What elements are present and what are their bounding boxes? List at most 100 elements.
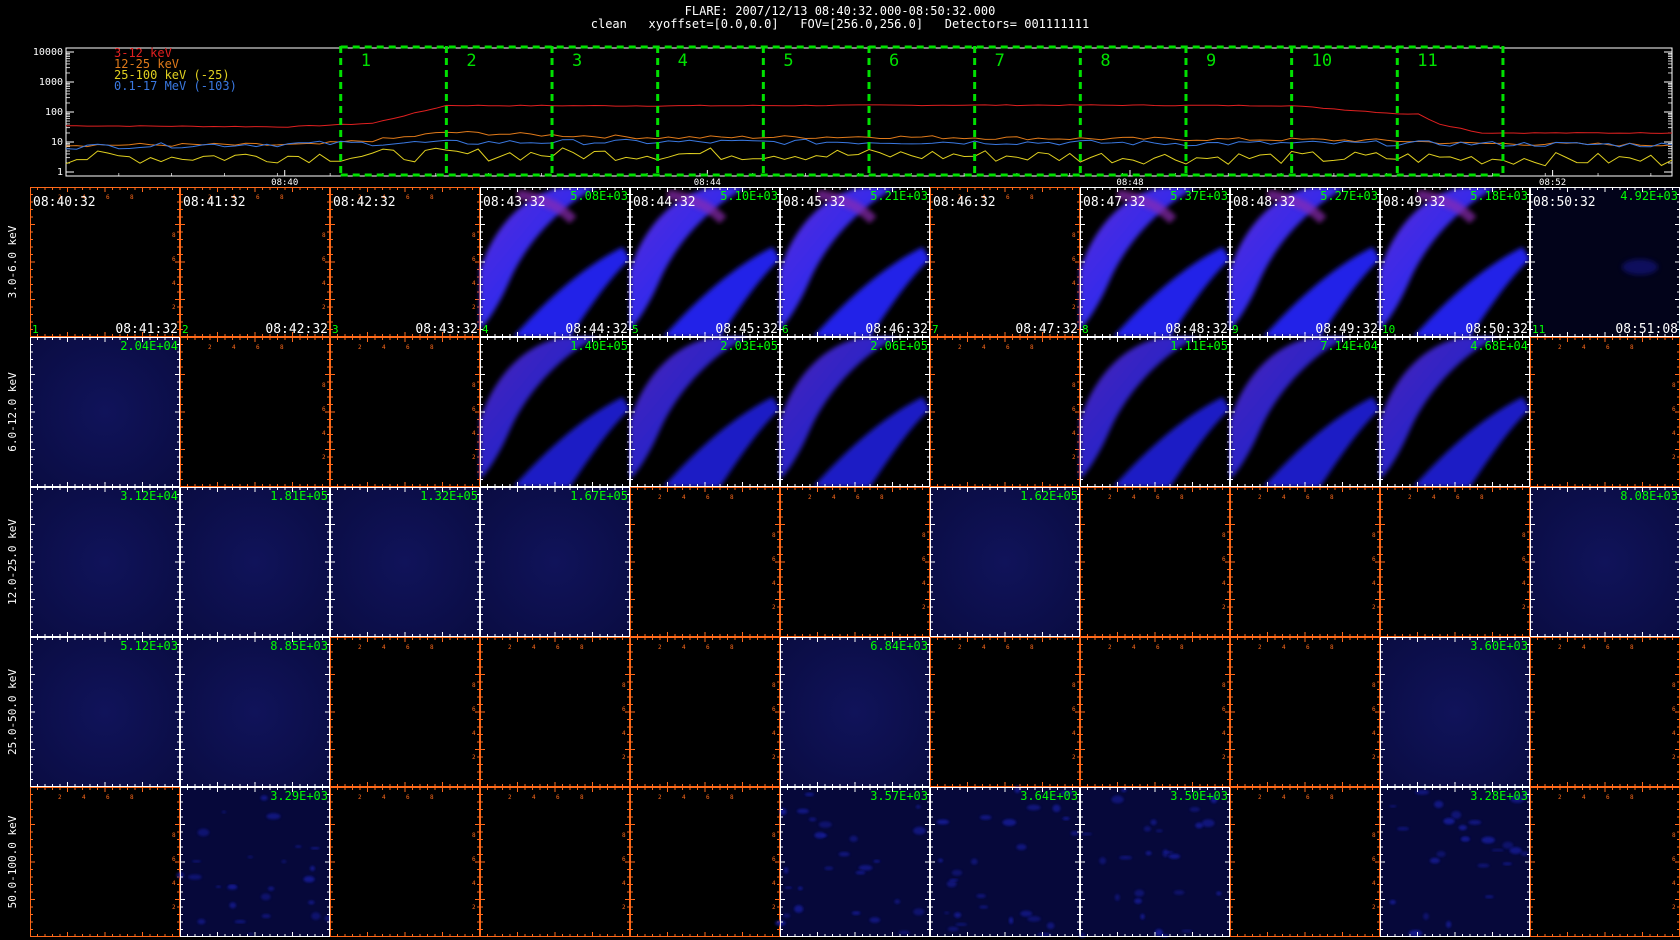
tick-digit: 4: [472, 430, 476, 437]
image-cell: 22446688: [630, 787, 780, 937]
image-cell: 3.12E+04: [30, 487, 180, 637]
noise-blob: [898, 930, 910, 935]
tick-digit: 6: [772, 556, 776, 563]
noise-blob: [851, 911, 861, 915]
tick-digit: 8: [772, 532, 776, 539]
tick-digit: 2: [1072, 304, 1076, 311]
tick-digit: 6: [706, 794, 710, 801]
tick-digit: 6: [1072, 256, 1076, 263]
noise-blob: [1037, 932, 1052, 937]
image-cell: 22446688: [1230, 487, 1380, 637]
time-end: 08:49:32: [1315, 322, 1378, 337]
tick-digit: 8: [1222, 532, 1226, 539]
tick-digit: 8: [1630, 344, 1634, 351]
noise-blob: [1008, 916, 1014, 925]
noise-blob: [979, 905, 989, 909]
tick-digit: 4: [322, 280, 326, 287]
image-cell: 3.60E+03: [1380, 637, 1530, 787]
tick-digit: 6: [706, 494, 710, 501]
tick-digit: 4: [1372, 730, 1376, 737]
image-grid: 3.0-6.0 keV6.0-12.0 keV12.0-25.0 keV25.0…: [6, 187, 1680, 938]
tick-digit: 4: [1222, 730, 1226, 737]
peak-value: 2.03E+05: [720, 339, 778, 353]
cell-bg: [1530, 787, 1680, 937]
time-start: 08:45:32: [783, 195, 846, 210]
tick-digit: 4: [172, 280, 176, 287]
noise-blob: [1163, 851, 1174, 854]
tick-digit: 6: [622, 856, 626, 863]
noise-blob: [261, 914, 271, 919]
image-cell: 22446688: [480, 787, 630, 937]
noise-blob: [1429, 857, 1440, 864]
tick-digit: 8: [1330, 794, 1334, 801]
tick-digit: 6: [172, 256, 176, 263]
time-end: 08:51:08: [1615, 322, 1678, 337]
tick-digit: 4: [772, 580, 776, 587]
tick-digit: 8: [1072, 382, 1076, 389]
tick-digit: 4: [1282, 644, 1286, 651]
noise-blob: [782, 913, 791, 918]
image-cell: 22446688: [1530, 787, 1680, 937]
tick-digit: 2: [472, 904, 476, 911]
interval-number: 2: [466, 51, 476, 71]
tick-digit: 4: [982, 344, 986, 351]
noise-blob: [311, 912, 321, 920]
cell-bg: [330, 337, 480, 487]
image-cell: 1.11E+05: [1080, 337, 1230, 487]
image-cell: 22446688: [330, 337, 480, 487]
peak-value: 5.08E+03: [570, 189, 628, 203]
tick-digit: 6: [706, 644, 710, 651]
peak-value: 3.64E+03: [1020, 789, 1078, 803]
interval-number: 8: [1082, 323, 1089, 336]
noise-blob: [294, 845, 302, 848]
noise-blob: [1502, 862, 1513, 866]
tick-digit: 4: [982, 644, 986, 651]
tick-digit: 8: [730, 494, 734, 501]
tick-digit: 2: [1372, 754, 1376, 761]
tick-digit: 2: [772, 604, 776, 611]
tick-digit: 2: [772, 754, 776, 761]
peak-value: 5.12E+03: [120, 639, 178, 653]
tick-digit: 2: [1672, 754, 1676, 761]
tick-digit: 8: [1372, 832, 1376, 839]
image-cell: 6.84E+03: [780, 637, 930, 787]
noise-blob: [824, 866, 834, 871]
tick-digit: 2: [1258, 794, 1262, 801]
tick-digit: 6: [1306, 644, 1310, 651]
noise-blob: [1445, 920, 1452, 928]
tick-digit: 8: [622, 682, 626, 689]
noise-image: [1380, 787, 1534, 937]
image-cell: 1.62E+05: [930, 487, 1080, 637]
tick-digit: 4: [82, 794, 86, 801]
noise-blob: [1195, 822, 1204, 829]
tick-digit: 8: [1672, 682, 1676, 689]
tick-digit: 8: [1372, 682, 1376, 689]
noise-blob: [869, 917, 881, 923]
tick-digit: 6: [1456, 494, 1460, 501]
tick-digit: 4: [1222, 580, 1226, 587]
peak-value: 5.37E+03: [1170, 189, 1228, 203]
tick-digit: 2: [1558, 344, 1562, 351]
tick-digit: 2: [1222, 754, 1226, 761]
tick-digit: 8: [880, 494, 884, 501]
noise-blob: [1509, 847, 1522, 855]
image-cell: 2.03E+05: [630, 337, 780, 487]
image-cell: 8.08E+03: [1530, 487, 1680, 637]
cell-bg: [480, 787, 630, 937]
noise-blob: [1389, 899, 1396, 905]
y-tick-label: 1000: [39, 77, 63, 88]
tick-digit: 8: [1030, 344, 1034, 351]
image-cell: 2244668808:42:3208:43:323: [330, 187, 480, 337]
noise-blob: [798, 886, 803, 891]
noise-blob: [260, 893, 271, 901]
image-cell: 3.64E+03: [930, 785, 1080, 937]
noise-blob: [970, 858, 978, 865]
tick-digit: 8: [730, 644, 734, 651]
tick-digit: 6: [1606, 344, 1610, 351]
cell-bg: [330, 787, 480, 937]
peak-value: 4.68E+04: [1470, 339, 1528, 353]
tick-digit: 2: [208, 344, 212, 351]
noise-blob: [1468, 820, 1482, 825]
image-cell: 22446688: [930, 337, 1080, 487]
noise-blob: [913, 908, 925, 916]
